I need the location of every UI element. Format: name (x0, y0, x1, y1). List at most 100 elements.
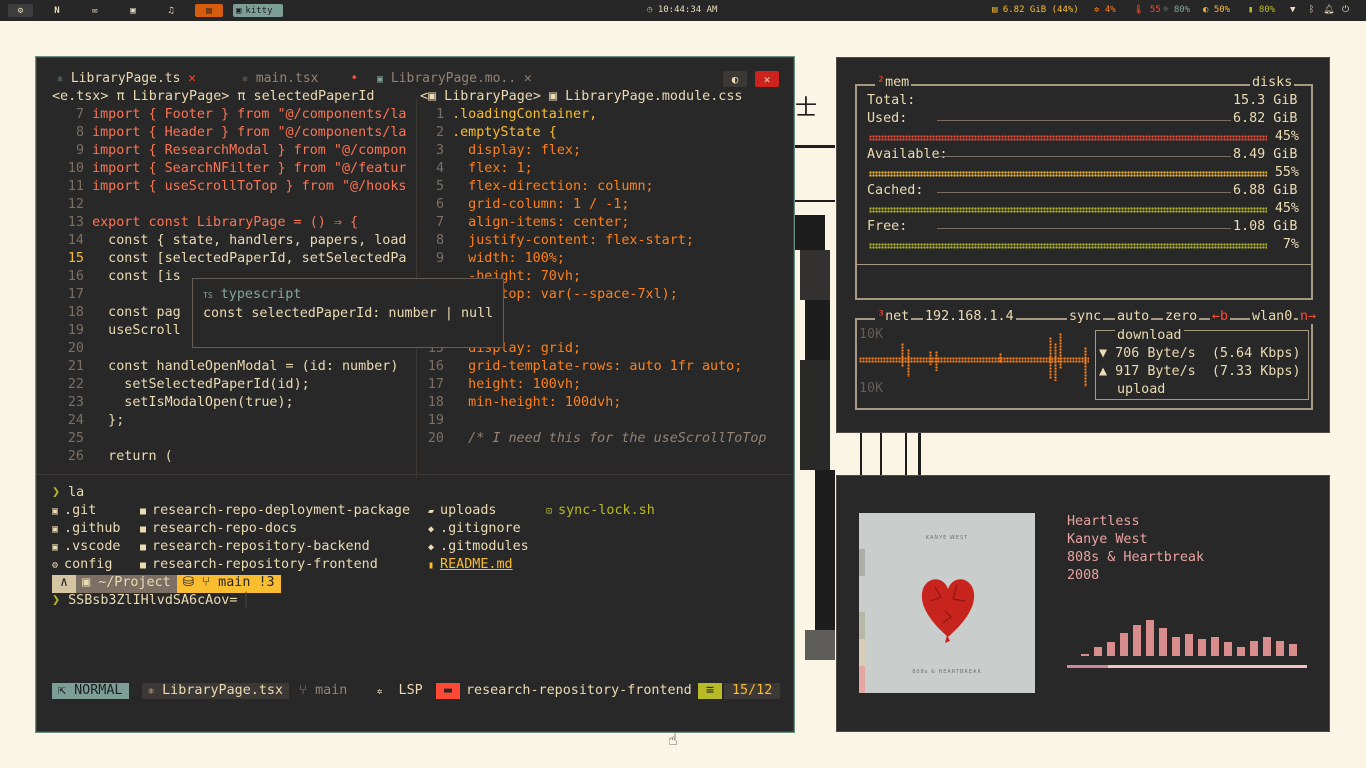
brightness-status[interactable]: ☼ 80% (1163, 5, 1190, 15)
code-line[interactable]: 15 const [selectedPaperId, setSelectedPa (52, 251, 407, 269)
code-line[interactable]: 2 .emptyState { (420, 125, 557, 143)
btop-window[interactable]: ²mem disks Total: 15.3 GiB Used: 6.82 GiB 45… (836, 57, 1330, 433)
mem-usage-bar (869, 135, 1267, 141)
line-number: 26 (67, 449, 84, 464)
volume-status[interactable]: ◐ 50% (1203, 5, 1230, 15)
code-line[interactable]: 16 const [is (52, 269, 181, 287)
visualizer-bar (1263, 637, 1271, 656)
code-line[interactable]: 1 .loadingContainer, (420, 107, 597, 125)
line-number: 24 (67, 413, 84, 428)
code-line[interactable]: 18 min-height: 100dvh; (420, 395, 622, 413)
notification-bell-icon[interactable]: 🔔︎ (1323, 5, 1334, 15)
close-icon[interactable]: ✕ (524, 71, 532, 86)
net-prev-key[interactable]: ←b (1210, 309, 1231, 324)
code-line[interactable]: 26 return ( (52, 449, 173, 467)
code-line[interactable]: 19 (420, 413, 452, 431)
code-line[interactable]: 12 (52, 197, 92, 215)
close-icon[interactable]: ✕ (188, 71, 196, 86)
workspace-terminal-icon[interactable]: ▤ (195, 4, 223, 17)
code-line[interactable]: 21 const handleOpenModal = (id: number) (52, 359, 399, 377)
line-number: 1 (435, 107, 444, 122)
code-line[interactable]: 6 grid-column: 1 / -1; (420, 197, 630, 215)
visualizer-bar (1211, 637, 1219, 656)
kitty-terminal-window[interactable]: ⚛ LibraryPage.ts ✕ ⚛ main.tsx • ▣ Librar… (35, 56, 795, 733)
git-icon: ◆ (428, 524, 441, 535)
code-text: setIsModalOpen(true); (92, 395, 294, 410)
code-line[interactable]: 13 export const LibraryPage = () ⇒ { (52, 215, 358, 233)
terminal-input-line[interactable]: ❯ SSBsb3ZlIHlvdSA6cAov= ▏ (52, 593, 254, 608)
code-line[interactable]: 8 justify-content: flex-start; (420, 233, 694, 251)
bluetooth-icon[interactable]: ᛒ (1309, 5, 1314, 15)
tab-librarypage-module[interactable]: ▣ LibraryPage.mo.. ✕ (377, 71, 532, 86)
net-zero-button[interactable]: zero (1163, 309, 1200, 324)
code-line[interactable]: 9 import { ResearchModal } from "@/compo… (52, 143, 407, 161)
line-number: 20 (67, 341, 84, 356)
terminal-command: la (68, 485, 85, 500)
wifi-icon[interactable]: ▼ (1290, 5, 1295, 15)
code-line[interactable]: 7 align-items: center; (420, 215, 630, 233)
ls-entry: ■ research-repo-deployment-package (140, 503, 410, 518)
code-line[interactable]: 22 setSelectedPaperId(id); (52, 377, 310, 395)
clock[interactable]: ◷ 10:44:34 AM (647, 5, 717, 15)
code-line[interactable]: 25 (52, 431, 92, 449)
workspace-music-icon[interactable]: ♫ (161, 4, 181, 17)
workspace-settings-icon[interactable]: ⚙ (8, 4, 33, 17)
code-line[interactable]: 24 }; (52, 413, 124, 431)
download-label: download (1115, 328, 1184, 343)
close-window-button[interactable]: ✕ (755, 71, 779, 87)
code-line[interactable]: 18 const pag (52, 305, 181, 323)
tab-librarypage-ts[interactable]: ⚛ LibraryPage.ts ✕ (57, 71, 196, 86)
toggle-icon[interactable]: ◐ (723, 71, 747, 87)
line-number: 4 (435, 161, 444, 176)
vim-icon: ⇱ (58, 683, 67, 698)
mem-index: ² (877, 75, 886, 90)
code-line[interactable]: 8 import { Header } from "@/components/l… (52, 125, 407, 143)
horizontal-split-divider (37, 474, 793, 475)
line-number: 16 (67, 269, 84, 284)
cpu-status[interactable]: ✲ 4% (1094, 5, 1116, 15)
code-line[interactable]: 3 display: flex; (420, 143, 581, 161)
net-sync-button[interactable]: sync (1067, 309, 1104, 324)
code-line[interactable]: 23 setIsModalOpen(true); (52, 395, 294, 413)
net-graph-spike (901, 343, 904, 367)
react-icon: ⚛ (242, 74, 249, 85)
battery-status[interactable]: ▮ 80% (1248, 5, 1275, 15)
memory-status[interactable]: ▤ 6.82 GiB (44%) (992, 5, 1079, 15)
music-player-window[interactable]: KANYE WEST 808s & HEARTBREAK Heartless K… (836, 475, 1330, 732)
left-breadcrumb: <e.tsx> π LibraryPage> π selectedPaperId (52, 89, 375, 104)
workspace-archive-icon[interactable]: ▣ (123, 4, 143, 17)
workspace-mail-icon[interactable]: ✉ (85, 4, 105, 17)
power-icon[interactable]: ⏻ (1342, 5, 1349, 15)
code-line[interactable]: 19 useScroll (52, 323, 181, 341)
tab-main-tsx[interactable]: ⚛ main.tsx • (242, 71, 358, 86)
code-line[interactable]: 5 flex-direction: column; (420, 179, 654, 197)
ls-entry: ▣ .vscode (52, 539, 120, 554)
workspace-notion-icon[interactable]: N (47, 4, 67, 17)
progress-track[interactable] (1067, 665, 1307, 668)
kitty-task-button[interactable]: ▣ kitty (233, 4, 283, 17)
net-next-key[interactable]: n→ (1298, 309, 1319, 324)
css-icon: ▣ (377, 74, 384, 85)
code-line[interactable]: 10 import { SearchNFilter } from "@/feat… (52, 161, 407, 179)
disks-title[interactable]: disks (1250, 75, 1295, 90)
code-line[interactable]: 7 import { Footer } from "@/components/l… (52, 107, 407, 125)
editor-tabline: ⚛ LibraryPage.ts ✕ ⚛ main.tsx • ▣ Librar… (52, 70, 782, 88)
code-text: const [selectedPaperId, setSelectedPa (92, 251, 407, 266)
line-number: 18 (427, 395, 444, 410)
mem-usage-bar (869, 171, 1267, 177)
code-line[interactable]: 9 width: 100%; (420, 251, 565, 269)
modified-dot-icon[interactable]: • (350, 71, 358, 86)
folder-icon: ■ (140, 542, 153, 553)
net-auto-button[interactable]: auto (1115, 309, 1152, 324)
code-line[interactable]: 14 const { state, handlers, papers, load (52, 233, 407, 251)
code-line[interactable]: 17 height: 100vh; (420, 377, 581, 395)
code-line[interactable]: 20 (52, 341, 92, 359)
mem-row-value: 6.82 GiB (1233, 111, 1298, 126)
code-line[interactable]: 17 (52, 287, 92, 305)
code-line[interactable]: 11 import { useScrollToTop } from "@/hoo… (52, 179, 407, 197)
code-line[interactable]: 4 flex: 1; (420, 161, 533, 179)
visualizer-bar (1276, 641, 1284, 656)
temperature-status[interactable]: 🌡︎ 55 (1133, 5, 1161, 15)
code-line[interactable]: 16 grid-template-rows: auto 1fr auto; (420, 359, 742, 377)
code-line[interactable]: 20 /* I need this for the useScrollToTop (420, 431, 767, 449)
